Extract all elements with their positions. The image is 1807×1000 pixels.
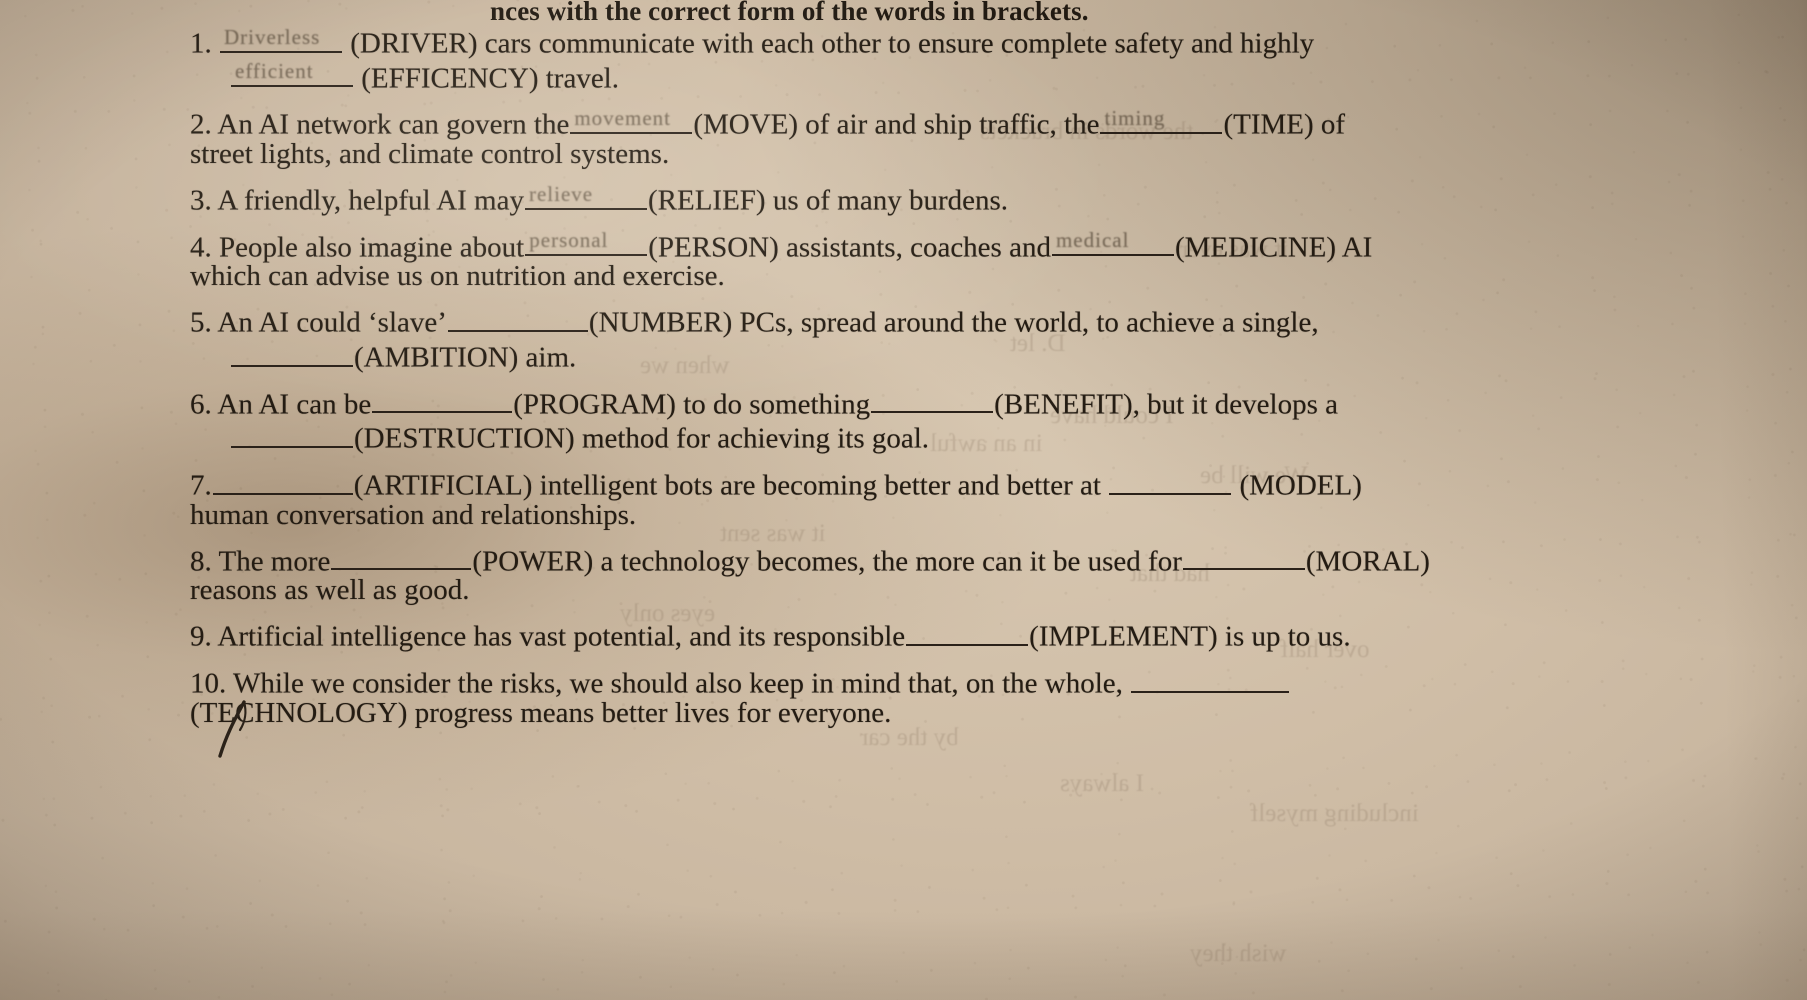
question-line: 7. (ARTIFICIAL) intelligent bots are beco…	[190, 466, 1750, 501]
question-line: reasons as well as good.	[190, 576, 1750, 605]
question-line: (AMBITION) aim.	[190, 338, 1750, 373]
question-text: (EFFICENCY) travel.	[354, 62, 619, 95]
answer-blank[interactable]	[906, 617, 1029, 647]
photo-frame: c e of iefs be r e/ it ) the words in br…	[0, 0, 1807, 1000]
question-line: (TECHNOLOGY) progress means better lives…	[190, 696, 1750, 729]
question-text: 2. An AI network can govern the	[190, 109, 570, 142]
handwritten-answer: relieve	[528, 181, 594, 206]
exercise-question: 5. An AI could ‘slave’ (NUMBER) PCs, spre…	[190, 303, 1750, 373]
question-text: (TECHNOLOGY) progress means better lives…	[190, 696, 892, 729]
answer-blank[interactable]	[871, 385, 994, 414]
question-text: (MORAL)	[1305, 545, 1430, 578]
answer-blank[interactable]: movement	[570, 105, 693, 135]
question-text: which can advise us on nutrition and exe…	[190, 260, 725, 293]
handwritten-answer: personal	[529, 228, 609, 253]
answer-blank[interactable]	[447, 303, 588, 333]
question-line: 2. An AI network can govern the movement (…	[190, 105, 1750, 140]
question-line: human conversation and relationships.	[190, 498, 1750, 531]
question-line: street lights, and climate control syste…	[190, 140, 1750, 169]
question-text: (PROGRAM) to do something	[513, 388, 871, 421]
question-line: 3. A friendly, helpful AI may relieve (REL…	[190, 181, 1750, 216]
question-text: (POWER) a technology becomes, the more c…	[472, 545, 1182, 578]
question-line: 4. People also imagine about personal (PER…	[190, 228, 1750, 263]
exercise-question: 2. An AI network can govern the movement (…	[190, 105, 1750, 169]
question-line: (DESTRUCTION) method for achieving its g…	[190, 419, 1750, 454]
answer-blank[interactable]: medical	[1051, 228, 1174, 257]
handwritten-answer: medical	[1055, 228, 1130, 253]
answer-blank[interactable]	[231, 419, 353, 449]
question-text: (IMPLEMENT) is up to us.	[1029, 621, 1351, 654]
question-line: 1. Driverless (DRIVER) cars communicate …	[190, 24, 1750, 59]
answer-blank[interactable]	[231, 338, 353, 367]
question-list: 1. Driverless (DRIVER) cars communicate …	[190, 0, 1750, 728]
answer-blank[interactable]	[372, 385, 513, 414]
question-text: (MODEL)	[1232, 469, 1362, 502]
exercise-question: 4. People also imagine about personal (PER…	[190, 228, 1750, 292]
handwritten-answer: timing	[1104, 106, 1166, 131]
question-text: 5. An AI could ‘slave’	[190, 307, 447, 340]
answer-blank[interactable]	[1182, 542, 1305, 571]
pen-scribble-icon	[218, 700, 247, 758]
answer-blank[interactable]	[212, 466, 353, 495]
question-line: which can advise us on nutrition and exe…	[190, 262, 1750, 291]
answer-blank[interactable]: Driverless	[220, 24, 342, 53]
question-text: (MOVE) of air and ship traffic, the	[693, 109, 1100, 142]
question-line: 6. An AI can be (PROGRAM) to do something…	[190, 385, 1750, 420]
answer-blank[interactable]: timing	[1100, 105, 1223, 135]
answer-blank[interactable]	[1131, 664, 1290, 693]
answer-blank[interactable]: personal	[525, 228, 648, 257]
question-text: reasons as well as good.	[190, 574, 470, 607]
exercise-question: 9. Artificial intelligence has vast pote…	[190, 617, 1750, 652]
handwritten-answer: efficient	[235, 59, 314, 84]
exercise-question: 10. While we consider the risks, we shou…	[190, 664, 1750, 728]
question-text: 8. The more	[190, 545, 331, 578]
question-line: 8. The more (POWER) a technology becomes,…	[190, 542, 1750, 577]
exercise-question: 1. Driverless (DRIVER) cars communicate …	[190, 24, 1750, 93]
question-text: (AMBITION) aim.	[354, 341, 577, 374]
question-line: 5. An AI could ‘slave’ (NUMBER) PCs, spre…	[190, 303, 1750, 338]
question-text: 6. An AI can be	[190, 388, 372, 421]
question-text: (DRIVER) cars communicate with each othe…	[343, 27, 1315, 60]
question-text: 7.	[190, 469, 212, 502]
question-text: 10. While we consider the risks, we shou…	[190, 667, 1131, 700]
question-text: (ARTIFICIAL) intelligent bots are becomi…	[353, 469, 1109, 502]
question-line: 9. Artificial intelligence has vast pote…	[190, 617, 1750, 652]
exercise-content: nces with the correct form of the words …	[190, 0, 1750, 740]
question-text: human conversation and relationships.	[190, 498, 637, 531]
question-text: (PERSON) assistants, coaches and	[648, 231, 1051, 264]
question-line: efficient (EFFICENCY) travel.	[190, 59, 1750, 94]
question-text: 4. People also imagine about	[190, 231, 525, 264]
question-text: 9. Artificial intelligence has vast pote…	[190, 621, 906, 654]
question-text: (TIME) of	[1223, 109, 1346, 142]
question-text: (NUMBER) PCs, spread around the world, t…	[588, 307, 1319, 340]
answer-blank[interactable]	[331, 542, 472, 571]
question-text: 3. A friendly, helpful AI may	[190, 184, 524, 217]
answer-blank[interactable]: efficient	[231, 59, 353, 88]
question-text: 1.	[190, 27, 219, 60]
exercise-question: 8. The more (POWER) a technology becomes,…	[190, 542, 1750, 606]
question-text: (MEDICINE) AI	[1174, 231, 1373, 264]
handwritten-answer: Driverless	[224, 24, 321, 49]
answer-blank[interactable]	[1109, 466, 1232, 495]
answer-blank[interactable]: relieve	[524, 181, 647, 210]
exercise-question: 7. (ARTIFICIAL) intelligent bots are beco…	[190, 466, 1750, 530]
question-text: (BENEFIT), but it develops a	[994, 388, 1339, 421]
question-text: street lights, and climate control syste…	[190, 138, 670, 171]
question-text: (RELIEF) us of many burdens.	[647, 184, 1009, 217]
question-text: (DESTRUCTION) method for achieving its g…	[354, 423, 930, 456]
handwritten-answer: movement	[574, 106, 671, 131]
exercise-question: 6. An AI can be (PROGRAM) to do something…	[190, 385, 1750, 454]
exercise-question: 3. A friendly, helpful AI may relieve (REL…	[190, 181, 1750, 216]
question-line: 10. While we consider the risks, we shou…	[190, 664, 1750, 699]
